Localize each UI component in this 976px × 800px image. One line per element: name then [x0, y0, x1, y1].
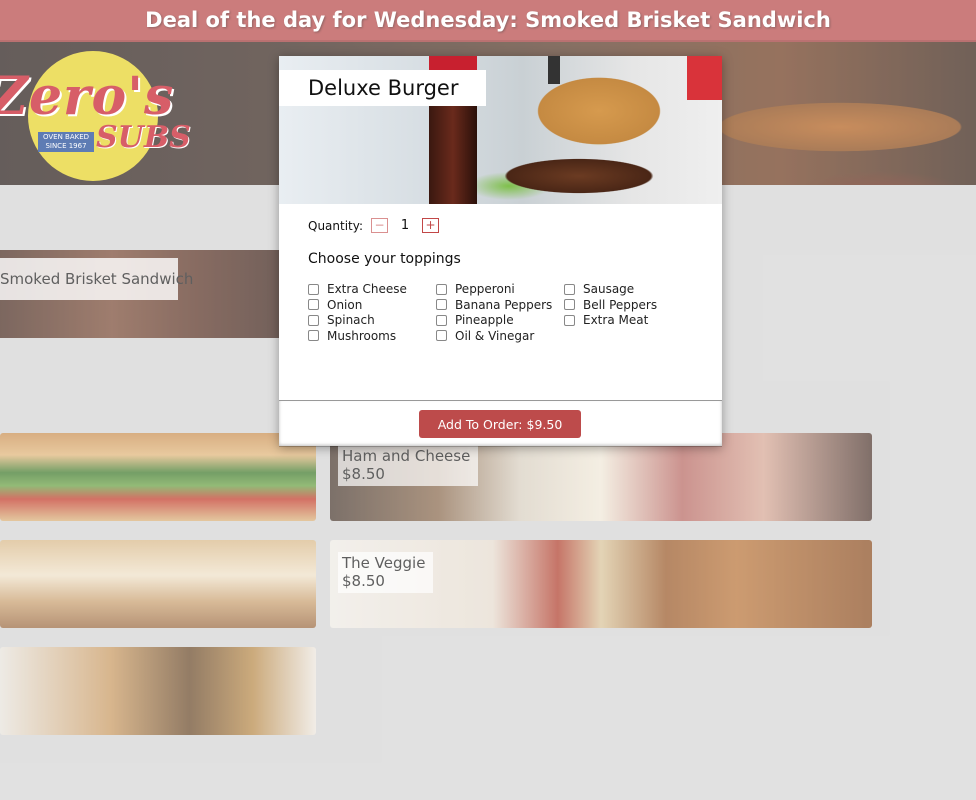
topping-extra-cheese[interactable]: Extra Cheese [308, 282, 407, 296]
topping-label: Onion [327, 297, 363, 312]
quantity-increase-button[interactable]: + [422, 218, 440, 233]
topping-label: Banana Peppers [455, 297, 553, 312]
card-name: Ham and Cheese [342, 447, 471, 465]
topping-sausage[interactable]: Sausage [564, 282, 634, 296]
checkbox[interactable] [564, 299, 575, 310]
red-box [687, 56, 722, 100]
topping-pineapple[interactable]: Pineapple [436, 313, 514, 327]
topping-extra-meat[interactable]: Extra Meat [564, 313, 648, 327]
topping-mushrooms[interactable]: Mushrooms [308, 329, 396, 343]
menu-card[interactable] [0, 433, 316, 521]
add-to-order-button[interactable]: Add To Order: $9.50 [419, 410, 581, 438]
modal-title: Deluxe Burger [279, 70, 486, 106]
topping-spinach[interactable]: Spinach [308, 313, 375, 327]
card-price: $8.50 [342, 465, 385, 483]
toppings-heading: Choose your toppings [308, 251, 461, 267]
checkbox[interactable] [564, 314, 575, 326]
topping-label: Extra Meat [583, 313, 649, 327]
menu-card-the-veggie[interactable]: The Veggie $8.50 [330, 540, 872, 628]
topping-label: Bell Peppers [583, 297, 658, 312]
topping-onion[interactable]: Onion [308, 298, 362, 312]
checkbox[interactable] [436, 283, 447, 295]
topping-oil-and-vinegar[interactable]: Oil & Vinegar [436, 329, 534, 343]
topping-label: Pepperoni [455, 282, 515, 296]
topping-label: Sausage [583, 282, 635, 296]
menu-card[interactable] [0, 647, 316, 735]
topping-label: Oil & Vinegar [455, 328, 535, 343]
cola-cap [429, 56, 477, 70]
checkbox[interactable] [436, 314, 447, 326]
deal-card-label: Smoked Brisket Sandwich [0, 258, 193, 300]
checkbox[interactable] [436, 330, 447, 341]
logo-wordmark: Zero's [0, 66, 175, 127]
checkbox[interactable] [308, 314, 319, 326]
topping-banana-peppers[interactable]: Banana Peppers [436, 298, 552, 312]
topping-label: Spinach [327, 313, 375, 327]
logo-stamp: OVEN BAKED SINCE 1967 [38, 132, 94, 152]
topping-bell-peppers[interactable]: Bell Peppers [564, 298, 657, 312]
topping-label: Pineapple [455, 313, 514, 327]
menu-card[interactable] [0, 540, 316, 628]
checkbox[interactable] [308, 330, 319, 341]
card-label: Ham and Cheese $8.50 [338, 445, 479, 486]
deal-card[interactable]: Smoked Brisket Sandwich [0, 250, 280, 338]
card-name: The Veggie [342, 554, 426, 572]
stamp-line-1: OVEN BAKED [42, 133, 90, 141]
topping-label: Extra Cheese [327, 282, 407, 296]
banner-text: Deal of the day for Wednesday: Smoked Br… [145, 8, 831, 32]
topping-label: Mushrooms [327, 328, 397, 343]
topping-pepperoni[interactable]: Pepperoni [436, 282, 515, 296]
card-price: $8.50 [342, 572, 385, 590]
checkbox[interactable] [308, 283, 319, 295]
quantity-decrease-button[interactable]: − [371, 218, 389, 233]
deal-of-the-day-banner: Deal of the day for Wednesday: Smoked Br… [0, 0, 976, 42]
quantity-value: 1 [400, 218, 410, 233]
quantity-row: Quantity: − 1 + [308, 218, 440, 233]
quantity-label: Quantity: [308, 218, 364, 233]
item-modal: Deluxe Burger Quantity: − 1 + Choose you… [279, 56, 722, 446]
checkbox[interactable] [564, 283, 575, 295]
burger-skewer [548, 56, 560, 84]
stamp-line-2: SINCE 1967 [45, 142, 87, 150]
logo-subs-text: SUBS [96, 120, 191, 155]
checkbox[interactable] [436, 299, 447, 310]
card-label: The Veggie $8.50 [338, 552, 434, 593]
checkbox[interactable] [308, 299, 319, 310]
